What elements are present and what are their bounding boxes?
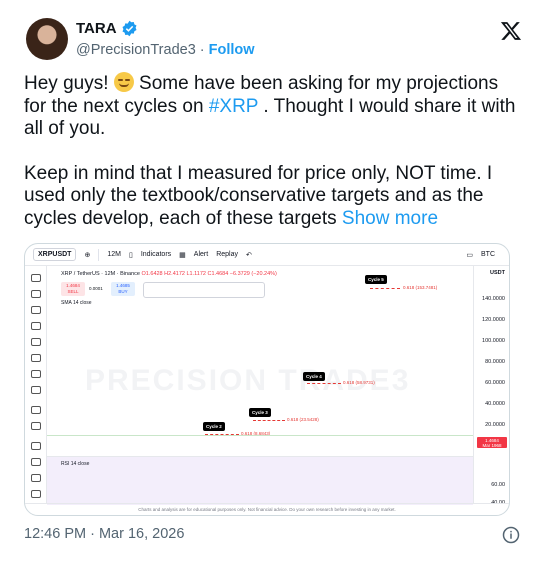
rsi-label: RSI 14 close: [61, 461, 90, 467]
pattern-tool-icon: [31, 322, 41, 330]
axis-currency: USDT: [490, 270, 505, 276]
price-axis: USDT 140.0000 120.0000 100.0000 80.0000 …: [473, 266, 509, 506]
timestamp-link[interactable]: 12:46 PM · Mar 16, 2026: [24, 526, 184, 542]
follow-button[interactable]: Follow: [209, 42, 255, 58]
tweet-paragraph-2: Keep in mind that I measured for price o…: [24, 163, 520, 231]
chart-symbol: XRPUSDT: [33, 248, 77, 261]
eye-icon: [31, 474, 41, 482]
blushing-face-emoji-icon: [113, 72, 134, 92]
author-name-row: TARA: [76, 20, 138, 37]
info-icon[interactable]: [502, 526, 520, 544]
price-tick: 20.0000: [485, 422, 505, 428]
sell-label: SELL: [67, 289, 79, 294]
separator-dot: ·: [199, 42, 205, 58]
trash-icon: [31, 490, 41, 498]
tweet-paragraph-1: Hey guys! Some have been asking for my p…: [24, 72, 520, 141]
chart-layouts-icon: ▦: [179, 251, 186, 259]
price-tick: 120.0000: [482, 317, 505, 323]
tweet-text-segment: Hey guys!: [24, 73, 114, 94]
trendline-icon: [31, 290, 41, 298]
magnet-icon: [31, 442, 41, 450]
current-price-tag: 1.4684 Mar 1968: [477, 437, 507, 448]
rsi-tick: 60.00: [491, 482, 505, 488]
target-value: 0.618 (58.9731): [343, 380, 375, 385]
chart-drawing-toolbar: [25, 266, 47, 503]
chart-candle-type-icon: ▯: [128, 251, 133, 259]
tweet-text: Hey guys! Some have been asking for my p…: [24, 72, 520, 252]
target-line: [307, 383, 341, 384]
crosshair-icon: [31, 274, 41, 282]
show-more-link[interactable]: Show more: [342, 208, 438, 229]
spread: 0.0001: [89, 286, 103, 291]
emoji-tool-icon: [31, 386, 41, 394]
price-tick: 100.0000: [482, 338, 505, 344]
price-candles-strip: [47, 430, 473, 436]
sma-label: SMA 14 close: [61, 300, 92, 306]
chart-ohlc: O1.6428 H2.4172 L1.1172 C1.4684 −6.3729 …: [141, 271, 277, 277]
chart-add-symbol-icon: ⊕: [84, 251, 91, 259]
handle[interactable]: @PrecisionTrade3: [76, 42, 196, 58]
chart-alert-label: Alert: [193, 251, 209, 258]
chart-redo-icon: ▭: [466, 251, 473, 259]
chart-interval: 12M: [107, 251, 121, 258]
target-value: 0.618 (23.5428): [287, 417, 319, 422]
fib-tool-icon: [31, 306, 41, 314]
chart-replay-label: Replay: [216, 251, 238, 258]
cycle-label: Cycle 4: [303, 372, 325, 381]
chart-undo-icon: ↶: [246, 251, 252, 259]
chart-footer-note: Charts and analysis are for educational …: [25, 503, 509, 515]
price-tick: 140.0000: [482, 296, 505, 302]
rsi-pane: RSI 14 close: [47, 456, 473, 505]
current-price-sub: Mar 1968: [482, 443, 502, 448]
zoom-icon: [31, 422, 41, 430]
toolbar-divider: [98, 248, 100, 261]
ruler-icon: [31, 406, 41, 414]
price-tick: 40.0000: [485, 401, 505, 407]
cycle-label: Cycle 3: [249, 408, 271, 417]
price-tick: 80.0000: [485, 359, 505, 365]
chart-quote-currency: BTC: [481, 251, 495, 258]
price-tick: 60.0000: [485, 380, 505, 386]
hashtag-link[interactable]: #XRP: [209, 96, 258, 117]
cycle-label: Cycle 5: [365, 275, 387, 284]
handle-row: @PrecisionTrade3 · Follow: [76, 42, 255, 58]
chart-indicators-label: Indicators: [140, 251, 172, 258]
chart-image[interactable]: XRPUSDT ⊕ 12M ▯ Indicators ▦ Alert Repla…: [24, 243, 510, 516]
target-line: [253, 420, 285, 421]
chart-pair-header: XRP / TetherUS · 12M · Binance O1.6428 H…: [61, 271, 277, 277]
avatar[interactable]: [26, 18, 68, 60]
drawing-float-toolbar: [143, 282, 265, 298]
brush-icon: [31, 354, 41, 362]
chart-pair-title: XRP / TetherUS · 12M · Binance: [61, 271, 140, 277]
sell-pill: 1.4684 SELL: [61, 282, 85, 296]
buy-label: BUY: [118, 289, 128, 294]
target-value: 0.618 (153.7481): [403, 285, 438, 290]
projection-tool-icon: [31, 338, 41, 346]
buy-pill: 1.4685 BUY: [111, 282, 135, 296]
lock-icon: [31, 458, 41, 466]
verified-badge-icon: [122, 20, 137, 37]
display-name[interactable]: TARA: [76, 20, 117, 37]
x-logo-icon[interactable]: [500, 20, 522, 42]
chart-top-toolbar: XRPUSDT ⊕ 12M ▯ Indicators ▦ Alert Repla…: [25, 244, 509, 266]
text-tool-icon: [31, 370, 41, 378]
target-line: [370, 288, 400, 289]
